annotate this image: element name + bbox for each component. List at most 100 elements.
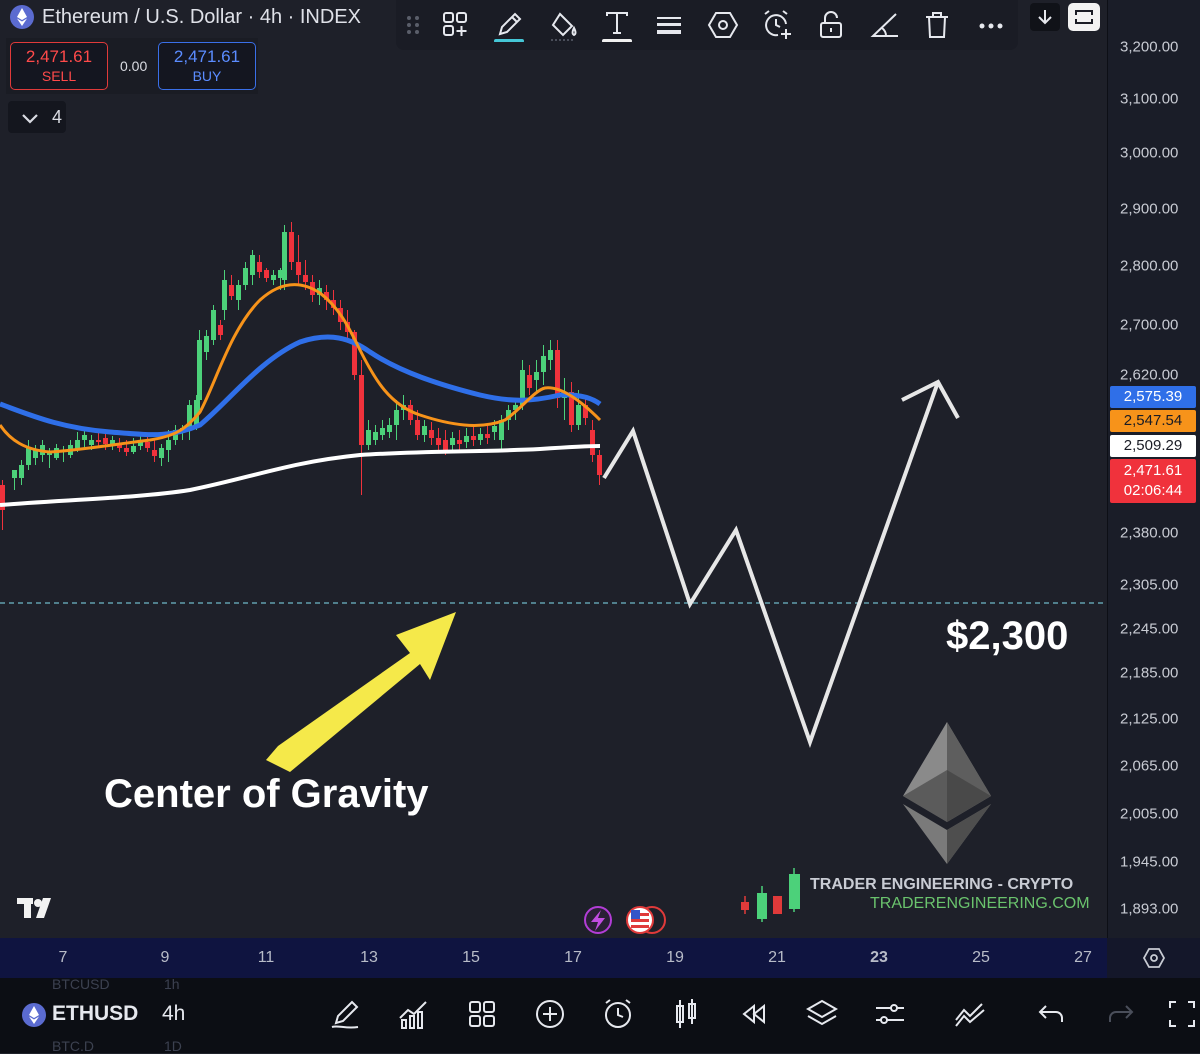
more-icon[interactable] — [974, 8, 1008, 42]
bottom-toolbar: BTCUSD 1h BTC.D 1D ETHUSD 4h — [0, 976, 1200, 1054]
price-tick-label: 3,200.00 — [1120, 38, 1179, 56]
ma-slow-price-tag: 2,509.29 — [1110, 435, 1196, 457]
sell-price: 2,471.61 — [25, 47, 93, 66]
line-weight-icon[interactable] — [652, 8, 686, 42]
candle — [359, 360, 364, 495]
settings-sliders-icon[interactable] — [872, 996, 908, 1032]
trash-icon[interactable] — [920, 8, 954, 42]
tradingview-app: Ethereum / U.S. Dollar · 4h · INDEX 2,47… — [0, 0, 1200, 1054]
candle — [271, 270, 276, 285]
candle — [387, 418, 392, 438]
brand-candles-logo — [741, 868, 800, 922]
time-tick-label: 7 — [58, 949, 68, 966]
symbol-selector[interactable]: ETHUSD — [52, 1002, 138, 1026]
us-flag-event-icon — [626, 906, 666, 934]
time-axis[interactable]: 7 9 11 13 15 17 19 21 23 25 27 — [0, 938, 1107, 978]
candle — [478, 428, 483, 445]
candles-icon[interactable] — [668, 996, 704, 1032]
buy-button[interactable]: 2,471.61 BUY — [158, 42, 256, 90]
candle — [110, 436, 115, 450]
ema-fast-line — [0, 283, 602, 454]
angle-icon[interactable] — [868, 8, 902, 42]
candle — [590, 420, 595, 462]
lock-icon[interactable] — [814, 8, 848, 42]
candle — [264, 268, 269, 282]
candle — [436, 428, 441, 450]
ghost-interval-top: 1h — [164, 976, 180, 992]
price-tick-label: 2,380.00 — [1120, 524, 1179, 542]
ghost-symbol-top: BTCUSD — [52, 976, 110, 992]
ema-mid-price-tag: 2,575.39 — [1110, 386, 1196, 408]
candle — [211, 305, 216, 345]
spread-value: 0.00 — [120, 58, 148, 74]
candle — [583, 398, 588, 425]
fill-bucket-icon[interactable] — [546, 8, 580, 42]
candle — [548, 340, 553, 370]
candles-layer — [0, 222, 602, 530]
current-price-tag: 2,471.61 02:06:44 — [1110, 459, 1196, 503]
indicators-icon[interactable] — [396, 996, 432, 1032]
symbol-title-bar[interactable]: Ethereum / U.S. Dollar · 4h · INDEX — [0, 0, 361, 34]
time-tick-label: 23 — [870, 949, 888, 966]
compare-icon[interactable] — [952, 996, 988, 1032]
candle — [289, 222, 294, 270]
indicators-count: 4 — [52, 107, 63, 127]
sell-button[interactable]: 2,471.61 SELL — [10, 42, 108, 90]
drag-handle-icon[interactable] — [398, 8, 428, 42]
alarm-add-icon[interactable] — [760, 8, 794, 42]
grid-add-icon[interactable] — [438, 8, 472, 42]
layers-icon[interactable] — [804, 996, 840, 1032]
price-tick-label: 2,800.00 — [1120, 257, 1179, 275]
price-axis[interactable]: 3,200.00 3,100.00 3,000.00 2,900.00 2,800.00… — [1107, 0, 1200, 938]
fullscreen-icon[interactable] — [1164, 996, 1200, 1032]
price-tick-label: 2,900.00 — [1120, 200, 1179, 218]
buy-price: 2,471.61 — [173, 47, 241, 66]
candle — [366, 420, 371, 450]
text-tool-icon[interactable] — [600, 8, 634, 42]
time-tick-label: 19 — [666, 949, 684, 966]
candle — [145, 436, 150, 452]
trade-panel: 2,471.61 SELL 0.00 2,471.61 BUY — [6, 38, 258, 94]
grid-icon[interactable] — [464, 996, 500, 1032]
hexagon-settings-icon[interactable] — [706, 8, 740, 42]
time-tick-label: 13 — [360, 949, 378, 966]
candle — [218, 320, 223, 340]
interval-selector[interactable]: 4h — [162, 1002, 185, 1026]
drawing-toolbar — [396, 0, 1018, 50]
alert-icon[interactable] — [600, 996, 636, 1032]
candle — [464, 428, 469, 448]
price-tick-label: 3,100.00 — [1120, 90, 1179, 108]
pencil-icon[interactable] — [492, 8, 526, 42]
time-tick-label: 9 — [160, 949, 170, 966]
candle — [457, 430, 462, 450]
undo-icon[interactable] — [1034, 996, 1070, 1032]
price-tick-label: 2,185.00 — [1120, 664, 1179, 682]
candle — [152, 440, 157, 462]
candle — [597, 450, 602, 485]
draw-icon[interactable] — [328, 996, 364, 1032]
candle — [527, 365, 532, 395]
ghost-interval-bottom: 1D — [164, 1038, 182, 1054]
add-icon[interactable] — [532, 996, 568, 1032]
candle-countdown: 02:06:44 — [1123, 482, 1183, 499]
chevron-down-icon — [22, 114, 38, 124]
download-button[interactable] — [1030, 3, 1060, 31]
redo-icon[interactable] — [1102, 996, 1138, 1032]
candle — [12, 470, 17, 490]
time-tick-label: 11 — [257, 949, 275, 966]
indicators-toggle[interactable]: 4 — [8, 101, 66, 133]
ethereum-icon — [10, 5, 34, 29]
brand-url[interactable]: TRADERENGINEERING.COM — [870, 895, 1090, 913]
price-tick-label: 2,005.00 — [1120, 805, 1179, 823]
candle — [394, 400, 399, 440]
ethereum-logo — [903, 722, 991, 864]
tradingview-logo[interactable] — [16, 895, 60, 921]
replay-icon[interactable] — [736, 996, 772, 1032]
candle — [282, 225, 287, 290]
axis-settings-button[interactable] — [1107, 938, 1200, 978]
chart-canvas[interactable]: Ethereum / U.S. Dollar · 4h · INDEX 2,47… — [0, 0, 1107, 938]
fullscreen-button[interactable] — [1068, 3, 1100, 31]
lightning-event-icon — [584, 906, 612, 934]
fullscreen-icon — [1075, 10, 1093, 24]
candle — [159, 444, 164, 466]
